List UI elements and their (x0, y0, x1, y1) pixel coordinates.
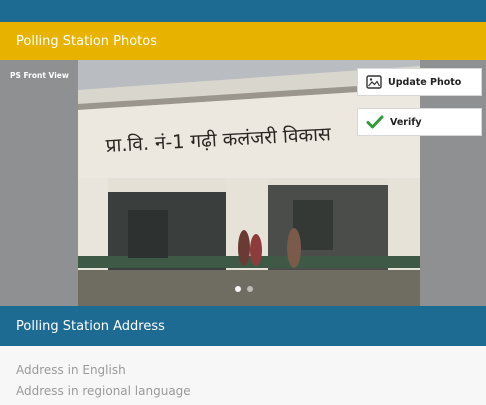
app-top-bar (0, 0, 486, 22)
address-regional: Address in regional language (16, 384, 191, 398)
checkmark-icon (366, 115, 384, 129)
polling-station-photo: प्रा.वि. नं-1 गढ़ी कलंजरी विकास (78, 60, 420, 306)
carousel-dot-active[interactable] (235, 286, 241, 292)
carousel-dot[interactable] (247, 286, 253, 292)
verify-label: Verify (390, 116, 422, 128)
photo-carousel[interactable]: PS Front View प्रा.वि. नं-1 गढ़ी कलंजरी … (0, 60, 486, 306)
image-icon (366, 75, 382, 89)
address-section-body: Address in English Address in regional l… (0, 346, 486, 405)
address-section-header: Polling Station Address (0, 306, 486, 346)
photos-section-title: Polling Station Photos (16, 33, 157, 49)
address-english: Address in English (16, 363, 126, 377)
address-section-title: Polling Station Address (16, 318, 165, 334)
verify-button[interactable]: Verify (357, 108, 482, 136)
photo-caption: PS Front View (10, 71, 69, 80)
polling-station-screen: Polling Station Photos PS Front View प्र… (0, 0, 486, 405)
photos-section-header: Polling Station Photos (0, 22, 486, 60)
carousel-dots (235, 286, 253, 292)
update-photo-button[interactable]: Update Photo (357, 68, 482, 96)
update-photo-label: Update Photo (388, 76, 462, 88)
